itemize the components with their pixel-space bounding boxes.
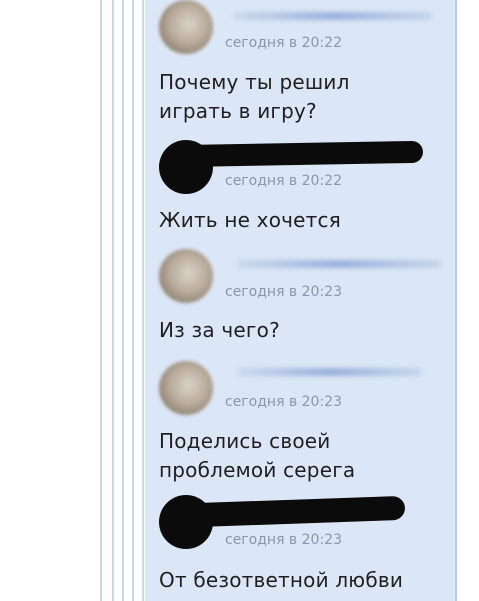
guide-line: [122, 0, 124, 601]
message-text-line: Из за чего?: [159, 318, 280, 342]
message-text-line: От безответной любви: [159, 568, 404, 592]
message-text-line: Поделись своей: [159, 429, 331, 453]
message-timestamp[interactable]: сегодня в 20:22: [225, 173, 342, 189]
message-text-line: Почему ты решил: [159, 70, 350, 94]
message-text-line: играть в игру?: [159, 99, 317, 123]
author-name-blurred[interactable]: [233, 12, 433, 20]
message-text-line: Жить не хочется: [159, 208, 341, 232]
message-timestamp[interactable]: сегодня в 20:23: [225, 394, 342, 410]
message-text: Почему ты решил играть в игру?: [159, 68, 350, 126]
message-text: Поделись своей проблемой серега: [159, 427, 355, 485]
avatar[interactable]: [159, 361, 213, 415]
message-text: Жить не хочется: [159, 206, 341, 235]
guide-line: [132, 0, 134, 601]
message-timestamp[interactable]: сегодня в 20:23: [225, 284, 342, 300]
author-name-blurred[interactable]: [237, 368, 422, 376]
guide-line: [142, 0, 144, 601]
message-timestamp[interactable]: сегодня в 20:22: [225, 35, 342, 51]
guide-line: [100, 0, 102, 601]
avatar[interactable]: [159, 249, 213, 303]
message-text-line: проблемой серега: [159, 458, 356, 482]
redaction-mark: [172, 140, 424, 168]
author-name-blurred[interactable]: [237, 260, 442, 268]
page-margin: [0, 0, 145, 601]
message-text: От безответной любви: [159, 566, 403, 595]
page-margin-right: [455, 0, 479, 601]
avatar[interactable]: [159, 0, 213, 54]
message-timestamp[interactable]: сегодня в 20:23: [225, 532, 342, 548]
chat-history-panel[interactable]: сегодня в 20:22 Почему ты решил играть в…: [145, 0, 455, 601]
guide-line: [112, 0, 114, 601]
message-text: Из за чего?: [159, 316, 280, 345]
panel-border: [455, 0, 457, 601]
